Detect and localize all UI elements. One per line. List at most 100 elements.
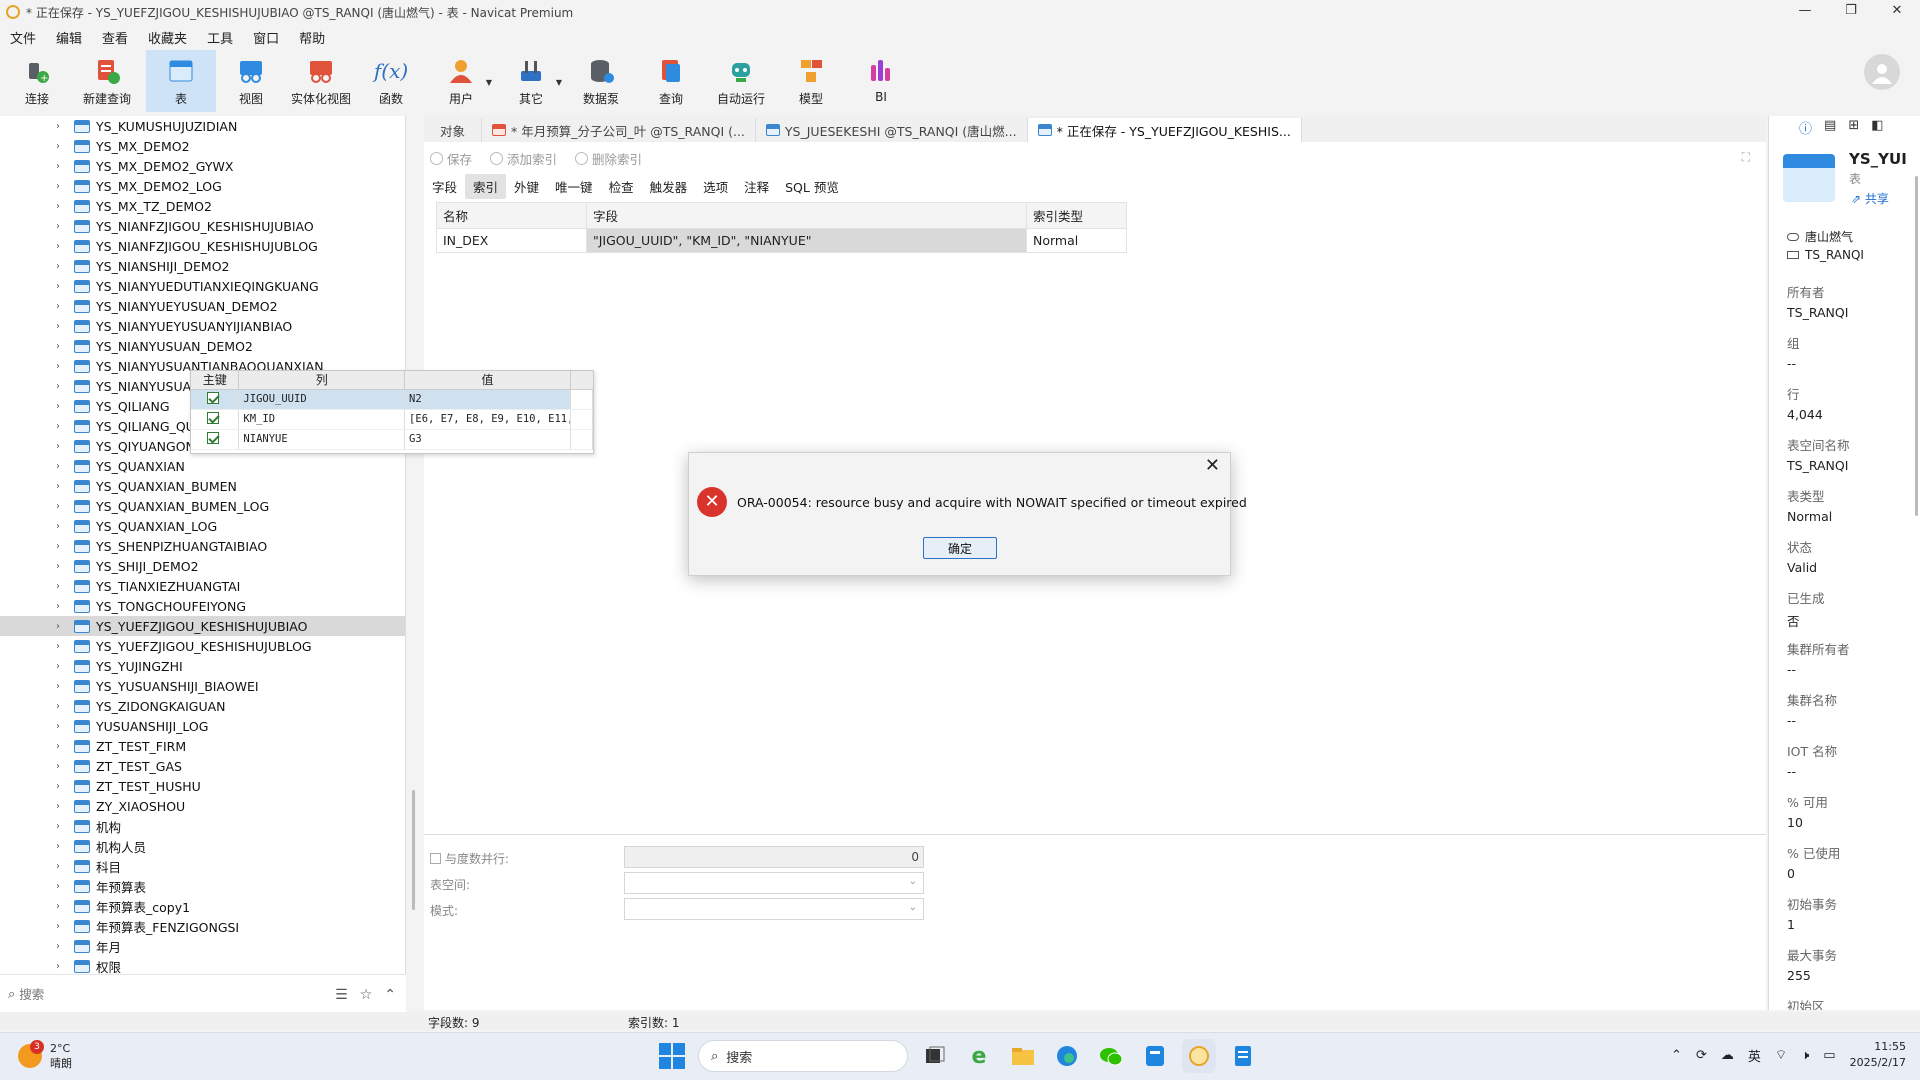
wechat-icon[interactable] (1094, 1039, 1128, 1073)
menu-file[interactable]: 文件 (0, 28, 46, 47)
mode-select[interactable]: ⌄ (624, 898, 924, 920)
tree-item[interactable]: › YS_NIANYUSUAN_DEMO2 (0, 336, 405, 356)
task-view-icon[interactable] (918, 1039, 952, 1073)
tree-item[interactable]: › 科目 (0, 856, 405, 876)
notes-app-icon[interactable] (1226, 1039, 1260, 1073)
chevron-right-icon[interactable]: › (56, 261, 68, 272)
edge-browser-icon[interactable] (1050, 1039, 1084, 1073)
chevron-right-icon[interactable]: › (56, 181, 68, 192)
chevron-right-icon[interactable]: › (56, 941, 68, 952)
tab-jueseKeshi[interactable]: YS_JUESEKESHI @TS_RANQI (唐山燃... (756, 118, 1028, 142)
connection-button[interactable]: + 连接 (2, 50, 72, 112)
chevron-right-icon[interactable]: › (56, 701, 68, 712)
table-row[interactable]: JIGOU_UUID N2 (191, 389, 593, 410)
tab-fields[interactable]: 字段 (424, 174, 465, 199)
tree-item[interactable]: › ZY_XIAOSHOU (0, 796, 405, 816)
view-button[interactable]: 视图 (216, 50, 286, 112)
user-dropdown-icon[interactable]: ▼ (486, 78, 492, 87)
chevron-right-icon[interactable]: › (56, 761, 68, 772)
tree-item[interactable]: › YS_MX_DEMO2 (0, 136, 405, 156)
filter-icon[interactable]: ☰ (335, 987, 348, 1003)
battery-icon[interactable]: ▭ (1823, 1048, 1835, 1063)
menu-favorites[interactable]: 收藏夹 (138, 28, 197, 47)
tree-item[interactable]: › YS_QUANXIAN (0, 456, 405, 476)
check-icon[interactable] (207, 391, 219, 404)
avatar[interactable] (1864, 54, 1900, 90)
index-type-cell[interactable]: Normal (1026, 228, 1127, 253)
parallel-checkbox[interactable] (430, 852, 441, 864)
maximize-button[interactable]: ❐ (1828, 0, 1874, 24)
tree-item[interactable]: › ZT_TEST_HUSHU (0, 776, 405, 796)
picker-checkbox-cell[interactable] (191, 389, 240, 410)
chevron-right-icon[interactable]: › (56, 861, 68, 872)
chevron-right-icon[interactable]: › (56, 681, 68, 692)
tree-item[interactable]: › YS_YUEFZJIGOU_KESHISHUJUBLOG (0, 636, 405, 656)
expand-icon[interactable]: ⛶ (1742, 150, 1750, 165)
chevron-right-icon[interactable]: › (56, 441, 68, 452)
check-icon[interactable] (207, 431, 219, 444)
query-button[interactable]: 查询 (636, 50, 706, 112)
tree-item[interactable]: › YS_TIANXIEZHUANGTAI (0, 576, 405, 596)
chevron-right-icon[interactable]: › (56, 641, 68, 652)
chevron-right-icon[interactable]: › (56, 581, 68, 592)
menu-tools[interactable]: 工具 (197, 28, 243, 47)
tree-item[interactable]: › YS_YUJINGZHI (0, 656, 405, 676)
tab-triggers[interactable]: 触发器 (642, 174, 696, 199)
edge-legacy-icon[interactable]: e (962, 1039, 996, 1073)
dependency-icon[interactable]: ⊞ (1848, 118, 1859, 137)
index-name-cell[interactable]: IN_DEX (436, 228, 587, 253)
chevron-right-icon[interactable]: › (56, 121, 68, 132)
tab-query-budget[interactable]: * 年月预算_分子公司_叶 @TS_RANQI (... (482, 118, 756, 142)
tree-item[interactable]: › 年月 (0, 936, 405, 956)
other-dropdown-icon[interactable]: ▼ (556, 78, 562, 87)
volume-icon[interactable]: 🕨 (1801, 1048, 1809, 1063)
chevron-right-icon[interactable]: › (56, 361, 68, 372)
tab-sql-preview[interactable]: SQL 预览 (777, 174, 847, 199)
feishu-icon[interactable] (1138, 1039, 1172, 1073)
chevron-right-icon[interactable]: › (56, 561, 68, 572)
automation-button[interactable]: 自动运行 (706, 50, 776, 112)
tab-current-table[interactable]: * 正在保存 - YS_YUEFZJIGOU_KESHIS... (1027, 118, 1302, 142)
tree-item[interactable]: › YS_KUMUSHUJUZIDIAN (0, 116, 405, 136)
tree-item[interactable]: › YS_SHENPIZHUANGTAIBIAO (0, 536, 405, 556)
tree-item[interactable]: › ZT_TEST_FIRM (0, 736, 405, 756)
taskbar-search[interactable]: ⌕ 搜索 (698, 1040, 908, 1072)
weather-widget[interactable]: 3 2°C 晴朗 (18, 1040, 72, 1071)
chevron-right-icon[interactable]: › (56, 241, 68, 252)
ddl-icon[interactable]: ▤ (1824, 118, 1836, 137)
navicat-taskbar-icon[interactable] (1182, 1039, 1216, 1073)
close-window-button[interactable]: ✕ (1874, 0, 1920, 24)
chevron-right-icon[interactable]: › (56, 421, 68, 432)
chevron-right-icon[interactable]: › (56, 141, 68, 152)
sync-icon[interactable]: ⟳ (1696, 1048, 1707, 1063)
chevron-right-icon[interactable]: › (56, 661, 68, 672)
chevron-right-icon[interactable]: › (56, 741, 68, 752)
tree-item[interactable]: › YS_NIANFZJIGOU_KESHISHUJUBIAO (0, 216, 405, 236)
chevron-right-icon[interactable]: › (56, 721, 68, 732)
tree-item[interactable]: › YS_NIANYUEYUSUANYIJIANBIAO (0, 316, 405, 336)
tree-item[interactable]: › YS_NIANFZJIGOU_KESHISHUJUBLOG (0, 236, 405, 256)
menu-help[interactable]: 帮助 (289, 28, 335, 47)
share-link[interactable]: ⇗ 共享 (1851, 190, 1889, 207)
tree-item[interactable]: › YS_TONGCHOUFEIYONG (0, 596, 405, 616)
data-pump-button[interactable]: 数据泵 (566, 50, 636, 112)
picker-checkbox-cell[interactable] (191, 409, 240, 430)
chevron-right-icon[interactable]: › (56, 321, 68, 332)
chevron-right-icon[interactable]: › (56, 381, 68, 392)
info-icon[interactable]: ⓘ (1799, 118, 1812, 137)
chevron-right-icon[interactable]: › (56, 841, 68, 852)
tab-indexes[interactable]: 索引 (465, 173, 507, 199)
chevron-right-icon[interactable]: › (56, 401, 68, 412)
chevron-right-icon[interactable]: › (56, 221, 68, 232)
chevron-right-icon[interactable]: › (56, 481, 68, 492)
materialized-view-button[interactable]: 实体化视图 (286, 50, 356, 112)
tab-objects[interactable]: 对象 (424, 118, 483, 142)
chevron-right-icon[interactable]: › (56, 541, 68, 552)
info-panel-scrollbar[interactable] (1915, 176, 1918, 516)
tree-item[interactable]: › ZT_TEST_GAS (0, 756, 405, 776)
chevron-right-icon[interactable]: › (56, 201, 68, 212)
tree-item[interactable]: › 年预算表_FENZIGONGSI (0, 916, 405, 936)
start-button[interactable] (656, 1040, 688, 1072)
other-button[interactable]: 其它 ▼ (496, 50, 566, 112)
index-fields-cell[interactable]: "JIGOU_UUID", "KM_ID", "NIANYUE" (586, 228, 1027, 253)
